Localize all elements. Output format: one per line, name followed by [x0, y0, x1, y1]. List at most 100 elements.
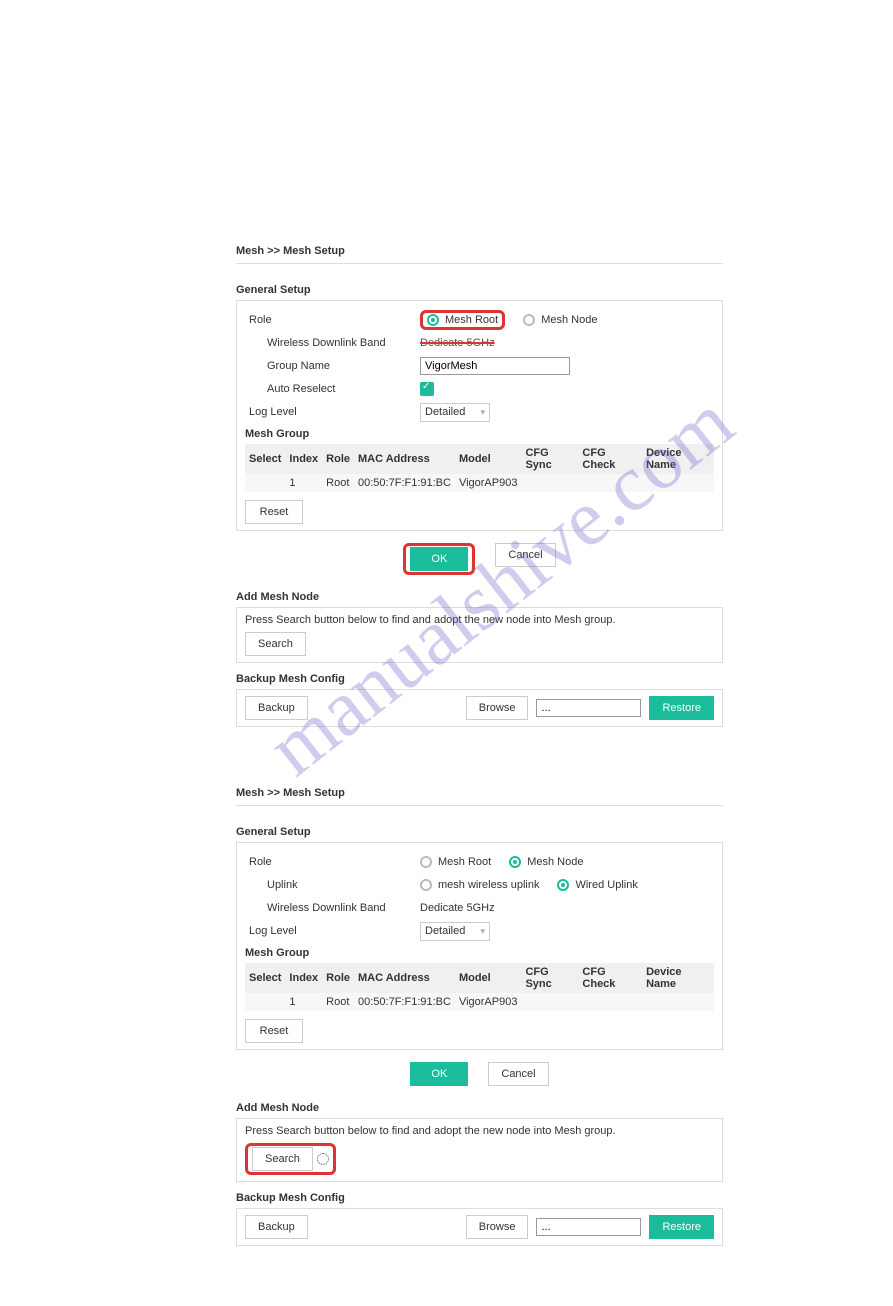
- radio-mesh-root[interactable]: Mesh Root: [427, 314, 498, 326]
- reset-button[interactable]: Reset: [245, 1019, 303, 1043]
- group-name-label: Group Name: [245, 360, 420, 372]
- browse-button[interactable]: Browse: [466, 696, 529, 720]
- cell-index: 1: [285, 993, 322, 1011]
- table-row: 1 Root 00:50:7F:F1:91:BC VigorAP903: [245, 474, 714, 492]
- cell-model: VigorAP903: [455, 474, 522, 492]
- add-mesh-node-hint: Press Search button below to find and ad…: [245, 1125, 714, 1137]
- breadcrumb: Mesh >> Mesh Setup: [236, 245, 723, 264]
- th-role: Role: [322, 963, 354, 993]
- restore-button[interactable]: Restore: [649, 696, 714, 720]
- radio-icon: [557, 879, 569, 891]
- chevron-down-icon: ▾: [480, 407, 485, 418]
- add-mesh-node-heading: Add Mesh Node: [236, 1102, 723, 1114]
- th-mac: MAC Address: [354, 444, 455, 474]
- radio-icon: [427, 314, 439, 326]
- group-name-input[interactable]: [420, 357, 570, 375]
- radio-label: Mesh Root: [438, 856, 491, 868]
- radio-label: Mesh Node: [541, 314, 597, 326]
- cell-role: Root: [322, 993, 354, 1011]
- backup-mesh-config-heading: Backup Mesh Config: [236, 673, 723, 685]
- add-mesh-node-hint: Press Search button below to find and ad…: [245, 614, 714, 626]
- wireless-downlink-band-value: Dedicate 5GHz: [420, 902, 495, 914]
- select-value: Detailed: [425, 406, 465, 418]
- log-level-select[interactable]: Detailed ▾: [420, 922, 490, 941]
- breadcrumb: Mesh >> Mesh Setup: [236, 787, 723, 806]
- mesh-setup-screenshot-node: Mesh >> Mesh Setup General Setup Role Me…: [236, 787, 723, 1246]
- backup-mesh-config-panel: Backup Browse Restore: [236, 689, 723, 727]
- mesh-group-heading: Mesh Group: [245, 428, 714, 440]
- cancel-button[interactable]: Cancel: [488, 1062, 548, 1086]
- file-path-input[interactable]: [536, 699, 641, 717]
- wireless-downlink-band-value: Dedicate 5GHz: [420, 337, 495, 349]
- ok-button[interactable]: OK: [410, 1062, 468, 1086]
- general-setup-heading: General Setup: [236, 284, 723, 296]
- reset-button[interactable]: Reset: [245, 500, 303, 524]
- wireless-downlink-band-label: Wireless Downlink Band: [245, 337, 420, 349]
- th-index: Index: [285, 963, 322, 993]
- th-mac: MAC Address: [354, 963, 455, 993]
- cell-mac: 00:50:7F:F1:91:BC: [354, 993, 455, 1011]
- th-index: Index: [285, 444, 322, 474]
- th-cfgsync: CFG Sync: [521, 963, 578, 993]
- role-label: Role: [245, 856, 420, 868]
- role-label: Role: [245, 314, 420, 326]
- radio-label: Wired Uplink: [575, 879, 637, 891]
- cell-index: 1: [285, 474, 322, 492]
- add-mesh-node-panel: Press Search button below to find and ad…: [236, 1118, 723, 1182]
- ok-button[interactable]: OK: [410, 547, 468, 571]
- file-path-input[interactable]: [536, 1218, 641, 1236]
- restore-button[interactable]: Restore: [649, 1215, 714, 1239]
- th-cfgsync: CFG Sync: [521, 444, 578, 474]
- wireless-downlink-band-label: Wireless Downlink Band: [245, 902, 420, 914]
- radio-label: mesh wireless uplink: [438, 879, 539, 891]
- backup-mesh-config-panel: Backup Browse Restore: [236, 1208, 723, 1246]
- auto-reselect-checkbox[interactable]: [420, 382, 434, 396]
- th-model: Model: [455, 963, 522, 993]
- search-highlight: Search: [245, 1143, 336, 1175]
- cell-model: VigorAP903: [455, 993, 522, 1011]
- th-model: Model: [455, 444, 522, 474]
- cancel-button[interactable]: Cancel: [495, 543, 555, 567]
- table-row: 1 Root 00:50:7F:F1:91:BC VigorAP903: [245, 993, 714, 1011]
- log-level-select[interactable]: Detailed ▾: [420, 403, 490, 422]
- radio-wired-uplink[interactable]: Wired Uplink: [557, 879, 637, 891]
- th-role: Role: [322, 444, 354, 474]
- browse-button[interactable]: Browse: [466, 1215, 529, 1239]
- log-level-label: Log Level: [245, 406, 420, 418]
- general-setup-heading: General Setup: [236, 826, 723, 838]
- radio-label: Mesh Root: [445, 314, 498, 326]
- search-button[interactable]: Search: [245, 632, 306, 656]
- radio-mesh-wireless-uplink[interactable]: mesh wireless uplink: [420, 879, 539, 891]
- th-cfgcheck: CFG Check: [578, 444, 642, 474]
- chevron-down-icon: ▾: [480, 926, 485, 937]
- log-level-label: Log Level: [245, 925, 420, 937]
- backup-button[interactable]: Backup: [245, 1215, 308, 1239]
- mesh-group-table: Select Index Role MAC Address Model CFG …: [245, 444, 714, 492]
- cell-mac: 00:50:7F:F1:91:BC: [354, 474, 455, 492]
- radio-icon: [523, 314, 535, 326]
- table-header-row: Select Index Role MAC Address Model CFG …: [245, 963, 714, 993]
- th-devname: Device Name: [642, 963, 714, 993]
- radio-icon: [420, 856, 432, 868]
- search-button[interactable]: Search: [252, 1147, 313, 1171]
- general-setup-panel: Role Mesh Root Mesh Node Uplink: [236, 842, 723, 1050]
- add-mesh-node-panel: Press Search button below to find and ad…: [236, 607, 723, 663]
- table-header-row: Select Index Role MAC Address Model CFG …: [245, 444, 714, 474]
- backup-button[interactable]: Backup: [245, 696, 308, 720]
- mesh-root-highlight: Mesh Root: [420, 310, 505, 330]
- cell-role: Root: [322, 474, 354, 492]
- mesh-group-table: Select Index Role MAC Address Model CFG …: [245, 963, 714, 1011]
- radio-icon: [509, 856, 521, 868]
- ok-highlight: OK: [403, 543, 475, 575]
- add-mesh-node-heading: Add Mesh Node: [236, 591, 723, 603]
- radio-mesh-node[interactable]: Mesh Node: [523, 314, 597, 326]
- radio-mesh-node[interactable]: Mesh Node: [509, 856, 583, 868]
- radio-mesh-root[interactable]: Mesh Root: [420, 856, 491, 868]
- auto-reselect-label: Auto Reselect: [245, 383, 420, 395]
- radio-icon: [420, 879, 432, 891]
- th-select: Select: [245, 963, 285, 993]
- mesh-setup-screenshot-root: Mesh >> Mesh Setup General Setup Role Me…: [236, 245, 723, 727]
- radio-label: Mesh Node: [527, 856, 583, 868]
- uplink-label: Uplink: [245, 879, 420, 891]
- th-select: Select: [245, 444, 285, 474]
